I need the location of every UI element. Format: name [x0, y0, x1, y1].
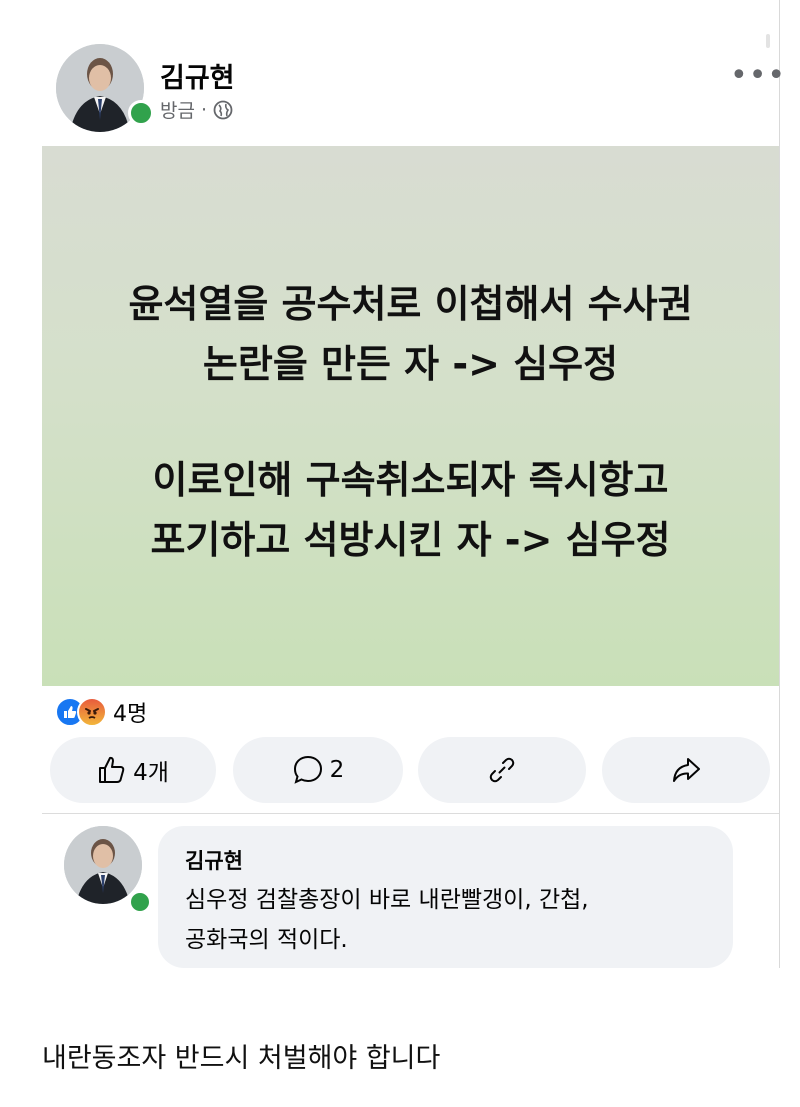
angry-reaction-icon	[77, 697, 107, 727]
more-options-button[interactable]: •••	[730, 58, 786, 93]
caption-text: 내란동조자 반드시 처벌해야 합니다	[42, 1043, 441, 1074]
copy-link-button[interactable]	[418, 737, 586, 803]
globe-icon[interactable]	[213, 100, 233, 120]
share-icon	[670, 754, 702, 786]
comment-text-line-1: 심우정 검찰총장이 바로 내란빨갱이, 간첩,	[185, 887, 589, 913]
like-count: 4개	[133, 760, 169, 786]
post-time[interactable]: 방금	[160, 96, 195, 123]
comment-icon	[292, 754, 324, 786]
commenter-online-dot	[128, 890, 152, 914]
reactions-summary[interactable]: 4명	[55, 696, 147, 728]
share-button[interactable]	[602, 737, 770, 803]
banner-line-1: 윤석열을 공수처로 이첩해서 수사권	[128, 282, 693, 326]
post-author-name[interactable]: 김규현	[160, 56, 235, 95]
comment-count: 2	[329, 757, 345, 783]
post-card: 김규현 방금 · ••• 윤석열을 공수처로 이첩해서 수사권 논란을 만든 자…	[0, 0, 785, 968]
banner-line-4: 포기하고 석방시킨 자 -> 심우정	[150, 518, 671, 562]
like-button[interactable]: 4개	[50, 737, 216, 803]
comment-text-line-2: 공화국의 적이다.	[185, 927, 348, 953]
scrollbar-thumb[interactable]	[766, 34, 770, 48]
section-divider	[42, 813, 779, 814]
online-status-dot	[128, 100, 154, 126]
banner-line-3: 이로인해 구속취소되자 즉시항고	[152, 458, 669, 502]
link-icon	[486, 754, 518, 786]
meta-separator: ·	[200, 98, 208, 121]
post-text-banner: 윤석열을 공수처로 이첩해서 수사권 논란을 만든 자 -> 심우정 이로인해 …	[42, 146, 779, 686]
post-meta: 방금 ·	[160, 96, 233, 123]
comment-button[interactable]: 2	[233, 737, 403, 803]
thumbs-up-icon	[97, 755, 127, 785]
reaction-count: 4명	[113, 702, 148, 727]
comment-author-name[interactable]: 김규현	[185, 845, 243, 875]
commenter-avatar[interactable]	[64, 826, 142, 904]
banner-line-2: 논란을 만든 자 -> 심우정	[202, 342, 619, 386]
